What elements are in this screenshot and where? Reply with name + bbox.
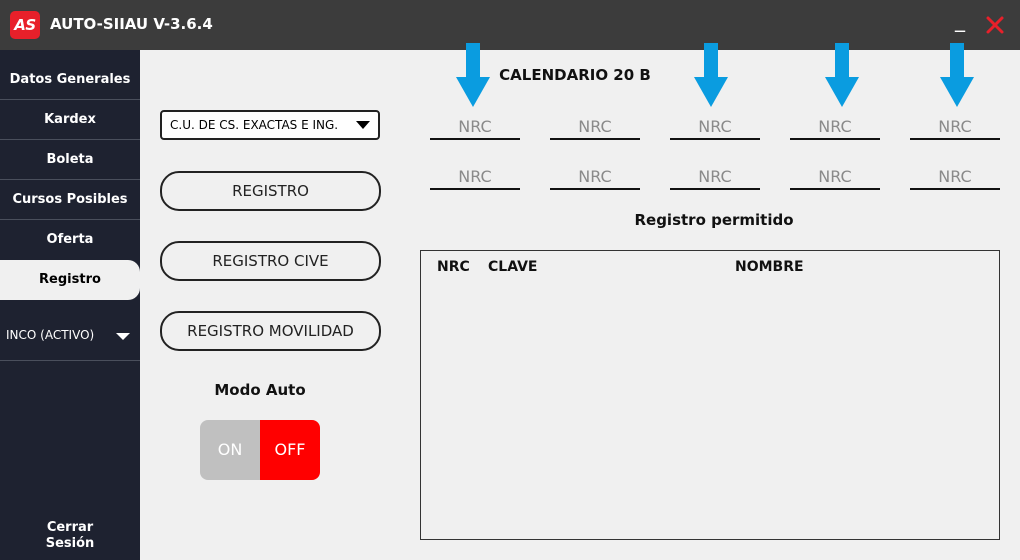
sidebar-item-boleta[interactable]: Boleta [0, 140, 140, 180]
registro-permitido-table[interactable]: NRC CLAVE NOMBRE [420, 250, 1000, 540]
modo-auto-toggle[interactable]: ON OFF [200, 420, 320, 480]
nrc-input[interactable] [670, 114, 760, 140]
app-title: AUTO-SIIAU V-3.6.4 [50, 15, 213, 33]
logout-button[interactable]: Cerrar Sesión [0, 520, 140, 552]
sidebar-item-label: Registro [39, 272, 101, 287]
column-header-clave: CLAVE [488, 259, 538, 275]
nrc-input[interactable] [430, 164, 520, 190]
nrc-input[interactable] [910, 114, 1000, 140]
term-select-value: INCO (ACTIVO) [6, 328, 95, 342]
registro-button[interactable]: REGISTRO [160, 171, 381, 211]
close-icon [986, 16, 1004, 34]
title-bar: AS AUTO-SIIAU V-3.6.4 _ [0, 0, 1020, 50]
column-header-nombre: NOMBRE [735, 259, 804, 275]
term-select[interactable]: INCO (ACTIVO) [0, 310, 140, 361]
nrc-input[interactable] [790, 114, 880, 140]
chevron-down-icon [356, 121, 370, 129]
sidebar-item-label: Kardex [44, 112, 96, 127]
nrc-input[interactable] [910, 164, 1000, 190]
sidebar-item-label: Boleta [46, 152, 94, 167]
sidebar-item-kardex[interactable]: Kardex [0, 100, 140, 140]
nrc-input[interactable] [670, 164, 760, 190]
sidebar-item-oferta[interactable]: Oferta [0, 220, 140, 260]
campus-select[interactable]: C.U. DE CS. EXACTAS E ING. [160, 110, 380, 140]
logout-label-line1: Cerrar [46, 520, 94, 535]
sidebar-item-datos-generales[interactable]: Datos Generales [0, 60, 140, 100]
calendar-title: CALENDARIO 20 B [499, 66, 651, 84]
sidebar: Datos Generales Kardex Boleta Cursos Pos… [0, 50, 140, 560]
app-logo: AS [10, 11, 40, 39]
sidebar-item-cursos-posibles[interactable]: Cursos Posibles [0, 180, 140, 220]
toggle-on-option[interactable]: ON [200, 420, 260, 480]
nrc-input[interactable] [550, 164, 640, 190]
nrc-input[interactable] [790, 164, 880, 190]
nrc-input[interactable] [430, 114, 520, 140]
down-arrow-icon [940, 43, 974, 107]
down-arrow-icon [694, 43, 728, 107]
registro-cive-button[interactable]: REGISTRO CIVE [160, 241, 381, 281]
nrc-input[interactable] [550, 114, 640, 140]
minimize-button[interactable]: _ [955, 8, 965, 32]
sidebar-item-label: Oferta [46, 232, 94, 247]
close-button[interactable] [985, 12, 1005, 36]
registro-movilidad-button[interactable]: REGISTRO MOVILIDAD [160, 311, 381, 351]
campus-select-value: C.U. DE CS. EXACTAS E ING. [170, 118, 339, 132]
sidebar-item-registro[interactable]: Registro [0, 260, 140, 300]
column-header-nrc: NRC [437, 259, 470, 275]
chevron-down-icon [116, 333, 130, 340]
sidebar-item-label: Cursos Posibles [12, 192, 128, 207]
modo-auto-label: Modo Auto [214, 381, 306, 399]
logout-label-line2: Sesión [45, 536, 95, 551]
registro-permitido-title: Registro permitido [634, 211, 794, 229]
toggle-off-option[interactable]: OFF [260, 420, 320, 480]
down-arrow-icon [825, 43, 859, 107]
down-arrow-icon [456, 43, 490, 107]
sidebar-item-label: Datos Generales [9, 72, 131, 87]
